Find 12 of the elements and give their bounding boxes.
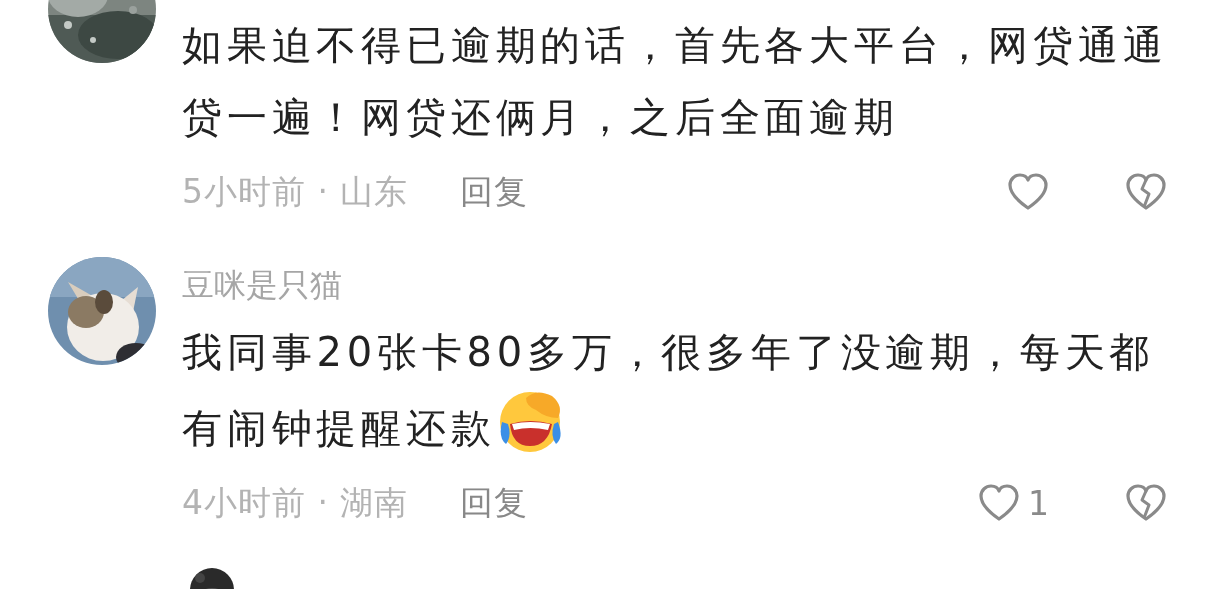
like-count: 1 xyxy=(1028,483,1049,523)
comment-text: 如果迫不得已逾期的话，首先各大平台，网贷通通贷一遍！网贷还俩月，之后全面逾期 xyxy=(182,21,1169,142)
timestamp: 4小时前 · 湖南 xyxy=(182,481,409,524)
dislike-button[interactable] xyxy=(1125,482,1167,524)
dislike-button[interactable] xyxy=(1125,171,1167,213)
comment-text: 我同事20张卡80多万，很多年了没逾期，每天都有闹钟提醒还款 xyxy=(182,316,1182,464)
username[interactable]: 豆咪是只猫 xyxy=(182,262,342,308)
timestamp: 5小时前 · 山东 xyxy=(182,170,409,213)
reply-button[interactable]: 回复 xyxy=(460,480,529,526)
like-button[interactable] xyxy=(1007,171,1049,213)
like-button[interactable] xyxy=(978,482,1020,524)
reply-button[interactable]: 回复 xyxy=(460,169,529,215)
